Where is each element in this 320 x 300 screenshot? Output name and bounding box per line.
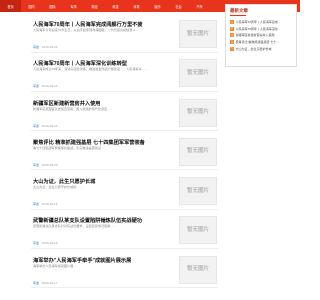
nav-item-7[interactable]: 娱乐 bbox=[147, 0, 168, 12]
article-date: 2019-04-23 bbox=[42, 45, 58, 49]
nav-item-4[interactable]: 财经 bbox=[84, 0, 105, 12]
article-thumbnail[interactable]: 暂无图片 bbox=[179, 20, 217, 48]
article-thumbnail[interactable]: 暂无图片 bbox=[179, 98, 217, 127]
article-tag[interactable]: 军迷 bbox=[33, 124, 39, 128]
sidebar-list-item[interactable]: 3 新疆军区新建新营房并入使用 bbox=[230, 32, 296, 39]
article-summary: 人民海军今年迎来70岁生日。从白手起家到向海图强，一代代官兵接续奋斗…… bbox=[33, 28, 142, 32]
sidebar-item-label[interactable]: 人民海军70周年丨人民海军深化… bbox=[236, 27, 281, 31]
article-title[interactable]: 人民海军70周年丨人民海军完成阅舰行万里不疲 bbox=[33, 21, 173, 28]
article-thumbnail[interactable]: 暂无图片 bbox=[179, 137, 217, 166]
thumbnail-placeholder-text: 暂无图片 bbox=[186, 187, 209, 194]
rank-badge: 2 bbox=[230, 26, 234, 31]
article-summary: 武警新疆总队某支队针对实战化要求，设置复杂情况陷阱…… bbox=[33, 224, 117, 229]
sidebar-item-label[interactable]: 新疆军区新建新营房并入使用 bbox=[236, 33, 275, 37]
article-meta: 军迷 2019-04-18 bbox=[33, 241, 57, 245]
article-date: 2019-04-17 bbox=[42, 280, 58, 285]
article-title[interactable]: 人民海军70周年丨人民海军深化训练转型 bbox=[33, 60, 173, 67]
article-thumbnail[interactable]: 暂无图片 bbox=[179, 177, 217, 206]
article-tag[interactable]: 军迷 bbox=[33, 241, 39, 245]
article-date: 2019-04-22 bbox=[42, 84, 58, 89]
sidebar-list: 1 人民海军70周年丨人民海军完成… 2 人民海军70周年丨人民海军深化… 3 新疆军区新… bbox=[230, 19, 296, 52]
article-item[interactable]: 武警新疆总队某支队设置陷阱锤炼队伍实战硬功 武警新疆总队某支队针对实战化要求，设置… bbox=[31, 213, 218, 249]
article-date: 2019-04-18 bbox=[42, 241, 58, 246]
thumbnail-placeholder-text: 暂无图片 bbox=[186, 266, 209, 273]
sidebar-list-item[interactable]: 4 聚焦评比 精准抓建强基层 七十… bbox=[230, 39, 296, 46]
article-item[interactable]: 人民海军70周年丨人民海军完成阅舰行万里不疲 人民海军今年迎来70岁生日。从白手起… bbox=[31, 17, 218, 53]
article-title[interactable]: 大山为证，此生只愿护长城 bbox=[33, 178, 173, 185]
article-summary: 大山为证：此生只愿守护长城的…… bbox=[33, 185, 83, 190]
thumbnail-placeholder-text: 暂无图片 bbox=[186, 109, 209, 116]
sidebar-item-label[interactable]: 聚焦评比 精准抓建强基层 七十… bbox=[236, 40, 280, 44]
article-title[interactable]: 聚焦评比 精准抓建强基层 七十四集团军军营装备 bbox=[33, 139, 173, 146]
article-tag[interactable]: 军迷 bbox=[33, 45, 39, 49]
article-item[interactable]: 大山为证，此生只愿护长城 大山为证：此生只愿守护长城的…… 军迷 2019-04-19… bbox=[31, 174, 218, 210]
sidebar-list-item[interactable]: 5 大山为证，此生只愿护长城 bbox=[230, 45, 296, 52]
article-tag[interactable]: 军迷 bbox=[33, 202, 39, 206]
article-thumbnail[interactable]: 暂无图片 bbox=[179, 59, 217, 88]
thumbnail-placeholder-text: 暂无图片 bbox=[186, 30, 209, 37]
rank-badge: 1 bbox=[230, 20, 234, 25]
article-item[interactable]: 海军举办"人民海军手牵手"成就图片展示展 海军举办人民海军成就图片展…… 军迷 201… bbox=[31, 253, 218, 289]
nav-item-0[interactable]: 首页 bbox=[0, 0, 21, 12]
nav-item-5[interactable]: 科技 bbox=[105, 0, 126, 12]
rank-badge: 3 bbox=[230, 33, 234, 38]
nav-item-2[interactable]: 国际 bbox=[42, 0, 63, 12]
article-thumbnail[interactable]: 暂无图片 bbox=[179, 255, 217, 284]
article-date: 2019-04-21 bbox=[42, 123, 58, 128]
article-item[interactable]: 新疆军区新建新营房并入使用 新疆军区某部官兵告别旧营房，搬入新建的现代化营区…… 军… bbox=[31, 96, 218, 132]
article-thumbnail[interactable]: 暂无图片 bbox=[179, 216, 217, 245]
article-date: 2019-04-20 bbox=[42, 162, 58, 167]
article-tag[interactable]: 军迷 bbox=[33, 281, 39, 285]
article-feed: 人民海军70周年丨人民海军完成阅舰行万里不疲 人民海军今年迎来70岁生日。从白手起… bbox=[31, 17, 218, 292]
article-summary: 新疆军区某部官兵告别旧营房，搬入新建的现代化营区…… bbox=[33, 106, 114, 111]
article-summary: 海军举办人民海军成就图片展…… bbox=[33, 263, 80, 268]
article-meta: 军迷 2019-04-20 bbox=[33, 163, 57, 167]
article-tag[interactable]: 军迷 bbox=[33, 163, 39, 167]
article-title[interactable]: 海军举办"人民海军手牵手"成就图片展示展 bbox=[33, 257, 173, 264]
sidebar-list-item[interactable]: 2 人民海军70周年丨人民海军深化… bbox=[230, 26, 296, 33]
nav-item-1[interactable]: 国内 bbox=[21, 0, 42, 12]
article-item[interactable]: 聚焦评比 精准抓建强基层 七十四集团军军营装备 第七十四集团军聚焦练兵备战，扎实推… bbox=[31, 135, 218, 171]
nav-item-3[interactable]: 军事 bbox=[63, 0, 84, 12]
sidebar-item-label[interactable]: 大山为证，此生只愿护长城 bbox=[236, 47, 272, 51]
article-meta: 军迷 2019-04-17 bbox=[33, 281, 57, 285]
thumbnail-placeholder-text: 暂无图片 bbox=[186, 226, 209, 233]
nav-item-6[interactable]: 体育 bbox=[126, 0, 147, 12]
sidebar-title: 最新文章 bbox=[230, 8, 248, 13]
article-title[interactable]: 新疆军区新建新营房并入使用 bbox=[33, 100, 173, 107]
article-item[interactable]: 人民海军70周年丨人民海军深化训练转型 人民海军成立70年来，深化实战化训练，推进… bbox=[31, 56, 218, 92]
rank-badge: 4 bbox=[230, 40, 234, 45]
nav-item-9[interactable]: 汽车 bbox=[189, 0, 210, 12]
sidebar-title-underline bbox=[230, 15, 246, 16]
article-meta: 军迷 2019-04-21 bbox=[33, 124, 57, 128]
latest-articles-panel: 最新文章 1 人民海军70周年丨人民海军完成… 2 人民海军70周年丨人民海军深化… 3… bbox=[225, 4, 297, 67]
article-meta: 军迷 2019-04-19 bbox=[33, 202, 57, 206]
article-summary: 第七十四集团军聚焦练兵备战，扎实推进基层建设…… bbox=[33, 145, 108, 150]
thumbnail-placeholder-text: 暂无图片 bbox=[186, 69, 209, 76]
sidebar-list-item[interactable]: 1 人民海军70周年丨人民海军完成… bbox=[230, 19, 296, 26]
sidebar-item-label[interactable]: 人民海军70周年丨人民海军完成… bbox=[236, 20, 281, 24]
article-title[interactable]: 武警新疆总队某支队设置陷阱锤炼队伍实战硬功 bbox=[33, 217, 173, 224]
article-date: 2019-04-19 bbox=[42, 202, 58, 207]
article-meta: 军迷 2019-04-22 bbox=[33, 84, 57, 88]
article-meta: 军迷 2019-04-23 bbox=[33, 45, 57, 49]
rank-badge: 5 bbox=[230, 46, 234, 51]
article-tag[interactable]: 军迷 bbox=[33, 84, 39, 88]
article-summary: 人民海军成立70年来，深化实战化训练，推进新型作战力量建设……人民海军以…… bbox=[33, 67, 148, 72]
thumbnail-placeholder-text: 暂无图片 bbox=[186, 148, 209, 155]
nav-item-8[interactable]: 社会 bbox=[168, 0, 189, 12]
